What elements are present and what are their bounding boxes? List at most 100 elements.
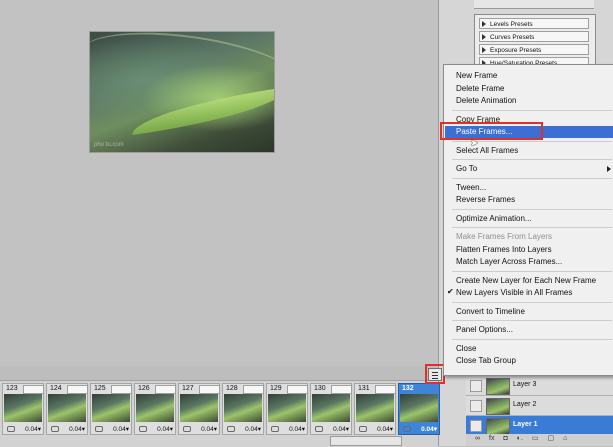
- submenu-arrow-icon: [607, 166, 611, 172]
- frame-thumbnail: [268, 394, 306, 422]
- frame-field: [199, 385, 220, 394]
- frame-delay[interactable]: 0.04▾: [201, 425, 217, 433]
- animation-panel-tab-bar: [0, 366, 438, 381]
- animation-frame[interactable]: 130 0.04▾: [310, 383, 352, 435]
- frame-disposal-icon[interactable]: [139, 426, 147, 432]
- menu-item-flatten-frames-into-layers[interactable]: Flatten Frames Into Layers: [456, 244, 552, 256]
- menu-separator: [452, 320, 612, 321]
- menu-separator: [452, 177, 612, 179]
- frame-thumbnail: [136, 394, 174, 422]
- frame-thumbnail: [48, 394, 86, 422]
- animation-frame[interactable]: 125 0.04▾: [90, 383, 132, 435]
- preset-levels[interactable]: Levels Presets: [479, 18, 589, 29]
- frame-thumbnail: [180, 394, 218, 422]
- menu-separator: [452, 227, 612, 228]
- frame-number: 126: [138, 385, 150, 392]
- animation-frame[interactable]: 126 0.04▾: [134, 383, 176, 435]
- layer-row-layer-3[interactable]: Layer 3: [466, 376, 613, 396]
- frame-disposal-icon[interactable]: [315, 426, 323, 432]
- checkmark-icon: ✔: [447, 287, 454, 296]
- mask-icon[interactable]: ◘: [503, 435, 507, 442]
- preset-exposure[interactable]: Exposure Presets: [479, 44, 589, 55]
- image-watermark: pho tu.com: [94, 142, 124, 148]
- animation-panel-menu: New Frame Delete Frame Delete Animation Cop…: [443, 64, 613, 376]
- menu-item-optimize-animation[interactable]: Optimize Animation...: [456, 213, 532, 225]
- frame-field: [23, 385, 44, 394]
- menu-item-tween[interactable]: Tween...: [456, 182, 486, 194]
- trash-icon[interactable]: ⌂: [563, 435, 567, 442]
- frame-field: [67, 385, 88, 394]
- menu-item-convert-to-timeline[interactable]: Convert to Timeline: [456, 306, 525, 318]
- frame-scrollbar[interactable]: [330, 436, 402, 446]
- new-layer-icon[interactable]: ▢: [548, 434, 555, 442]
- frame-field: [331, 385, 352, 394]
- frame-delay[interactable]: 0.04▾: [69, 425, 85, 433]
- menu-item-make-frames-from-layers: Make Frames From Layers: [456, 232, 553, 241]
- visibility-icon[interactable]: [470, 400, 482, 412]
- frame-number: 124: [50, 385, 62, 392]
- frame-disposal-icon[interactable]: [403, 426, 411, 432]
- frame-thumbnail: [312, 394, 350, 422]
- layer-name: Layer 3: [513, 381, 537, 388]
- layer-row-layer-2[interactable]: Layer 2: [466, 396, 613, 416]
- frame-disposal-icon[interactable]: [95, 426, 103, 432]
- adjustment-icon[interactable]: ◐.: [517, 435, 523, 442]
- expand-triangle-icon: [482, 34, 486, 41]
- menu-item-panel-options[interactable]: Panel Options...: [456, 324, 513, 336]
- preset-curves[interactable]: Curves Presets: [479, 31, 589, 42]
- frame-number: 130: [314, 385, 326, 392]
- frame-thumbnail: [356, 394, 394, 422]
- frame-delay[interactable]: 0.04▾: [25, 425, 41, 433]
- layer-thumbnail: [486, 398, 510, 415]
- menu-item-new-frame[interactable]: New Frame: [456, 70, 497, 82]
- menu-item-match-layer-across-frames[interactable]: Match Layer Across Frames...: [456, 256, 562, 268]
- animation-frame[interactable]: 123 0.04▾: [2, 383, 44, 435]
- animation-frame[interactable]: 132 0.04▾: [398, 383, 440, 435]
- frame-delay[interactable]: 0.04▾: [289, 425, 305, 433]
- animation-frame[interactable]: 131 0.04▾: [354, 383, 396, 435]
- swatch-strip: [474, 0, 594, 9]
- fx-icon[interactable]: fx: [489, 435, 494, 442]
- frame-thumbnail: [4, 394, 42, 422]
- layer-thumbnail: [486, 378, 510, 395]
- frame-disposal-icon[interactable]: [359, 426, 367, 432]
- layer-thumbnail: [486, 418, 510, 435]
- menu-item-delete-animation[interactable]: Delete Animation: [456, 95, 516, 107]
- animation-frame[interactable]: 127 0.04▾: [178, 383, 220, 435]
- frame-delay[interactable]: 0.04▾: [157, 425, 173, 433]
- visibility-icon[interactable]: [470, 380, 482, 392]
- frame-disposal-icon[interactable]: [51, 426, 59, 432]
- menu-item-new-layers-visible-in-all-frames[interactable]: New Layers Visible in All Frames: [456, 287, 572, 299]
- paste-frames-annotation-box: [440, 122, 543, 140]
- frame-delay[interactable]: 0.04▾: [377, 425, 393, 433]
- menu-item-go-to[interactable]: Go To: [456, 163, 477, 175]
- layer-row-layer-1[interactable]: Layer 1: [466, 416, 613, 436]
- menu-item-delete-frame[interactable]: Delete Frame: [456, 83, 504, 95]
- frame-disposal-icon[interactable]: [227, 426, 235, 432]
- animation-frame[interactable]: 129 0.04▾: [266, 383, 308, 435]
- animation-frame[interactable]: 124 0.04▾: [46, 383, 88, 435]
- frame-delay[interactable]: 0.04▾: [421, 425, 437, 433]
- frame-disposal-icon[interactable]: [7, 426, 15, 432]
- menu-item-reverse-frames[interactable]: Reverse Frames: [456, 194, 515, 206]
- expand-triangle-icon: [482, 47, 486, 54]
- frame-disposal-icon[interactable]: [271, 426, 279, 432]
- menu-item-close[interactable]: Close: [456, 343, 476, 355]
- menu-item-create-new-layer-for-each-new-frame[interactable]: Create New Layer for Each New Frame: [456, 275, 596, 287]
- frame-delay[interactable]: 0.04▾: [113, 425, 129, 433]
- frame-delay[interactable]: 0.04▾: [333, 425, 349, 433]
- layer-name: Layer 1: [513, 421, 538, 428]
- menu-item-select-all-frames[interactable]: Select All Frames: [456, 145, 518, 157]
- frame-disposal-icon[interactable]: [183, 426, 191, 432]
- frame-number: 128: [226, 385, 238, 392]
- link-icon[interactable]: ∞: [475, 435, 480, 442]
- group-icon[interactable]: ▭: [532, 434, 539, 442]
- frame-scroll-arrows[interactable]: [402, 436, 432, 444]
- frame-number: 131: [358, 385, 370, 392]
- animation-frame[interactable]: 128 0.04▾: [222, 383, 264, 435]
- frame-delay[interactable]: 0.04▾: [245, 425, 261, 433]
- menu-item-close-tab-group[interactable]: Close Tab Group: [456, 355, 516, 367]
- mouse-cursor-icon: ➤: [470, 138, 479, 149]
- frame-number: 132: [402, 385, 414, 392]
- visibility-icon[interactable]: [470, 420, 482, 432]
